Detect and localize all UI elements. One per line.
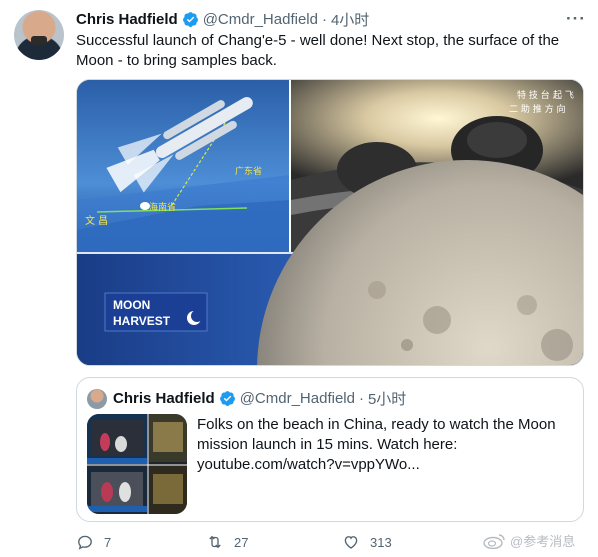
reply-button[interactable]: 7 [76, 533, 111, 551]
quoted-tweet[interactable]: Chris Hadfield @Cmdr_Hadfield · 5小时 Folk… [76, 377, 584, 522]
verified-badge-icon [182, 12, 198, 27]
camera-label-station: 特 技 台 [517, 89, 550, 101]
author-name[interactable]: Chris Hadfield [76, 11, 178, 28]
camera-label-booster: 二 助 推 方 向 [509, 103, 565, 115]
author-avatar[interactable] [14, 10, 64, 60]
separator-dot: · [321, 11, 327, 28]
moon-harvest-title-line1: MOON [113, 298, 150, 312]
watermark: @参考消息 [482, 531, 575, 550]
reply-icon [78, 535, 92, 550]
quoted-author-name: Chris Hadfield [113, 390, 215, 407]
quoted-tweet-text: Folks on the beach in China, ready to wa… [197, 416, 556, 473]
quoted-tweet-timestamp: 5小时 [367, 391, 407, 408]
author-handle[interactable]: @Cmdr_Hadfield [203, 11, 318, 28]
quoted-tweet-header: Chris Hadfield @Cmdr_Hadfield · 5小时 [113, 388, 406, 409]
quoted-author-handle: @Cmdr_Hadfield [239, 390, 355, 407]
tweet-header: Chris Hadfield @Cmdr_Hadfield · 4小时 [76, 9, 369, 30]
retweet-button[interactable]: 27 [206, 533, 248, 551]
reply-count: 7 [104, 534, 112, 550]
verified-badge-icon [219, 391, 235, 406]
retweet-count: 27 [234, 534, 249, 550]
like-count: 313 [370, 534, 392, 550]
tweet-text: Successful launch of Chang'e-5 - well do… [76, 32, 560, 69]
map-label-wenchang: 文 昌 [85, 214, 108, 227]
heart-icon [344, 536, 358, 549]
retweet-icon [209, 535, 221, 549]
weibo-logo-icon [483, 533, 505, 549]
map-label-hainan: 海南省 [149, 201, 176, 213]
camera-label-liftoff: 起 飞 [553, 90, 574, 101]
tweet[interactable]: Chris Hadfield @Cmdr_Hadfield · 4小时 ··· … [0, 0, 598, 557]
tweet-timestamp[interactable]: 4小时 [331, 9, 369, 30]
quoted-tweet-thumbnail [87, 414, 187, 514]
like-button[interactable]: 313 [342, 533, 392, 551]
moon-harvest-title-line2: HARVEST [113, 314, 171, 328]
watermark-text: @参考消息 [510, 534, 576, 549]
map-label-guangdong: 广东省 [235, 165, 262, 177]
separator-dot: · [358, 390, 364, 407]
tweet-media-image[interactable]: 文 昌 广东省 海南省 特 技 台 起 飞 二 助 推 方 向 141 [76, 79, 584, 366]
more-options-icon[interactable]: ··· [566, 9, 586, 29]
launch-broadcast-collage: 文 昌 广东省 海南省 特 技 台 起 飞 二 助 推 方 向 141 [77, 80, 583, 365]
quoted-author-avatar [87, 389, 107, 409]
